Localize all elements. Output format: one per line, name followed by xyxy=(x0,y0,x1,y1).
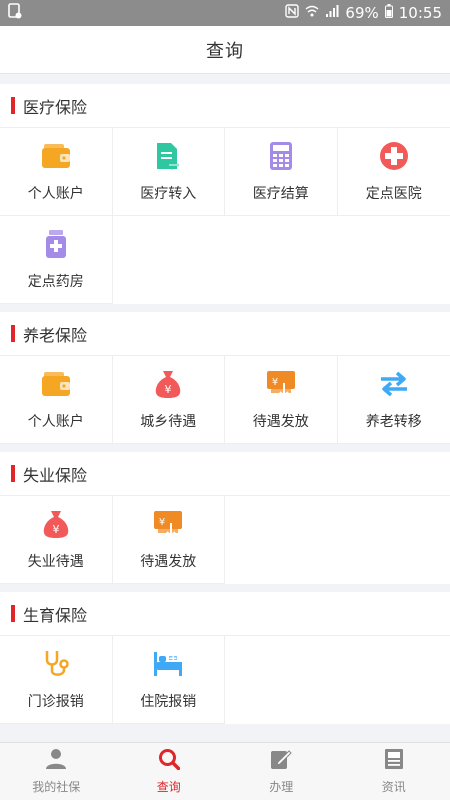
grid-item-button[interactable]: ¥ 城乡待遇 xyxy=(112,356,225,444)
section-header: 失业保险 xyxy=(0,452,450,496)
bottom-tab-bar: 我的社保 查询 办理 资讯 xyxy=(0,742,450,800)
money-bag-icon: ¥ xyxy=(153,369,183,399)
grid-item-button[interactable]: 门诊报销 xyxy=(0,636,113,724)
clock: 10:55 xyxy=(398,4,442,22)
grid-item-label: 定点医院 xyxy=(365,185,422,202)
grid-item-label: 养老转移 xyxy=(365,413,422,430)
tab-news[interactable]: 资讯 xyxy=(338,743,450,800)
tab-search[interactable]: 查询 xyxy=(113,743,226,800)
grid-item-label: 个人账户 xyxy=(27,185,84,202)
tab-label: 我的社保 xyxy=(32,780,81,794)
hospital-bed-icon xyxy=(153,649,183,679)
transfer-arrows-icon xyxy=(379,369,409,399)
section-header: 养老保险 xyxy=(0,312,450,356)
grid-item-button[interactable]: 个人账户 xyxy=(0,356,113,444)
tab-person[interactable]: 我的社保 xyxy=(0,743,113,800)
content-area: 医疗保险 个人账户 医疗转入 医疗结算 定点医院 定点药房 养老保险 个人账户 ¥ 城乡待遇 ¥ 待遇… xyxy=(0,84,450,738)
wifi-icon xyxy=(305,4,319,22)
grid-item-label: 住院报销 xyxy=(140,693,197,710)
wallet-icon xyxy=(41,369,71,399)
grid-item-label: 定点药房 xyxy=(27,273,84,290)
grid-item-label: 待遇发放 xyxy=(252,413,309,430)
grid-item-label: 待遇发放 xyxy=(140,553,197,570)
section-header: 医疗保险 xyxy=(0,84,450,128)
person-icon xyxy=(45,748,67,774)
grid-item-button[interactable]: 定点医院 xyxy=(337,128,450,216)
grid-item-button[interactable]: ¥ 待遇发放 xyxy=(112,496,225,584)
signal-icon xyxy=(325,4,339,22)
nfc-icon xyxy=(285,4,300,22)
grid-item-label: 医疗结算 xyxy=(252,185,309,202)
section-title: 生育保险 xyxy=(23,605,88,625)
tab-edit[interactable]: 办理 xyxy=(225,743,338,800)
grid-item-label: 个人账户 xyxy=(27,413,84,430)
search-icon xyxy=(158,748,180,774)
section-accent-bar xyxy=(11,97,15,114)
section-0: 医疗保险个人账户 医疗转入 医疗结算 定点医院定点药房 xyxy=(0,84,450,304)
grid-item-label: 失业待遇 xyxy=(27,553,84,570)
tab-label: 资讯 xyxy=(381,780,406,794)
hospital-cross-icon xyxy=(379,141,409,171)
section-grid: 个人账户 医疗转入 医疗结算 定点医院定点药房 xyxy=(0,128,450,304)
grid-item-button[interactable]: 住院报销 xyxy=(112,636,225,724)
section-grid: 门诊报销 住院报销 xyxy=(0,636,450,724)
grid-item-button[interactable]: 医疗结算 xyxy=(225,128,338,216)
grid-item-label: 医疗转入 xyxy=(140,185,197,202)
battery-percent: 69% xyxy=(345,4,379,22)
section-title: 医疗保险 xyxy=(23,97,88,117)
section-grid: ¥ 失业待遇 ¥ 待遇发放 xyxy=(0,496,450,584)
grid-item-button[interactable]: 个人账户 xyxy=(0,128,113,216)
grid-item-button[interactable]: ¥ 待遇发放 xyxy=(225,356,338,444)
svg-text:¥: ¥ xyxy=(272,377,278,388)
payout-card-icon: ¥ xyxy=(266,369,296,399)
tab-label: 查询 xyxy=(156,780,181,794)
notification-icon xyxy=(8,3,22,23)
grid-item-button[interactable]: 定点药房 xyxy=(0,216,113,304)
section-header: 生育保险 xyxy=(0,592,450,636)
section-title: 失业保险 xyxy=(23,465,88,485)
tab-label: 办理 xyxy=(269,780,294,794)
grid-item-button[interactable]: ¥ 失业待遇 xyxy=(0,496,113,584)
section-3: 生育保险门诊报销 住院报销 xyxy=(0,592,450,724)
battery-icon xyxy=(384,4,393,22)
document-transfer-icon xyxy=(153,141,183,171)
section-title: 养老保险 xyxy=(23,325,88,345)
svg-text:¥: ¥ xyxy=(159,517,165,528)
edit-icon xyxy=(270,748,292,774)
medicine-bottle-icon xyxy=(41,229,71,259)
section-accent-bar xyxy=(11,605,15,622)
nav-bar: 查询 xyxy=(0,26,450,74)
section-grid: 个人账户 ¥ 城乡待遇 ¥ 待遇发放 养老转移 xyxy=(0,356,450,444)
svg-text:¥: ¥ xyxy=(52,523,59,536)
grid-item-label: 门诊报销 xyxy=(27,693,84,710)
grid-item-button[interactable]: 养老转移 xyxy=(337,356,450,444)
page-title: 查询 xyxy=(206,40,244,62)
section-1: 养老保险个人账户 ¥ 城乡待遇 ¥ 待遇发放 养老转移 xyxy=(0,312,450,444)
calculator-icon xyxy=(266,141,296,171)
grid-item-label: 城乡待遇 xyxy=(140,413,197,430)
svg-text:¥: ¥ xyxy=(165,383,172,396)
payout-card-icon: ¥ xyxy=(153,509,183,539)
money-bag-icon: ¥ xyxy=(41,509,71,539)
section-2: 失业保险 ¥ 失业待遇 ¥ 待遇发放 xyxy=(0,452,450,584)
grid-item-button[interactable]: 医疗转入 xyxy=(112,128,225,216)
wallet-icon xyxy=(41,141,71,171)
section-accent-bar xyxy=(11,465,15,482)
status-bar: 69% 10:55 xyxy=(0,0,450,26)
news-icon xyxy=(383,748,405,774)
stethoscope-icon xyxy=(41,649,71,679)
section-accent-bar xyxy=(11,325,15,342)
